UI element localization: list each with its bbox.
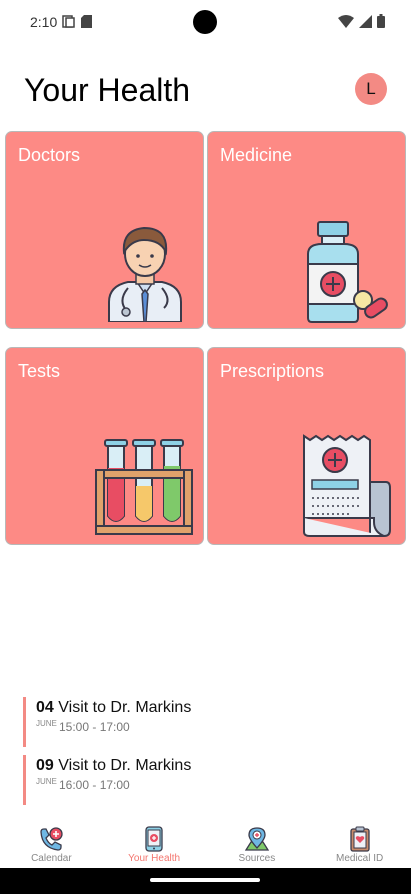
appointment-time: 15:00 - 17:00 — [59, 720, 130, 734]
appointment-day: 09 — [36, 757, 54, 774]
signal-icon — [359, 14, 372, 28]
phone-plus-icon — [40, 827, 64, 851]
doctors-card[interactable]: Doctors — [5, 131, 204, 329]
card-label: Prescriptions — [220, 361, 325, 381]
nav-label: Your Health — [128, 853, 181, 864]
appointment-item[interactable]: 09 Visit to Dr. Markins JUNE 16:00 - 17:… — [23, 755, 383, 805]
page-header: Your Health L — [24, 70, 387, 112]
appointment-title: Visit to Dr. Markins — [58, 757, 192, 774]
battery-icon — [377, 14, 385, 28]
appointment-month: JUNE — [36, 777, 57, 786]
sd-card-icon — [81, 15, 92, 28]
wifi-icon — [338, 14, 354, 28]
nav-item-sources[interactable]: Sources — [206, 826, 309, 868]
appointment-title: Visit to Dr. Markins — [58, 699, 192, 716]
card-label: Tests — [18, 361, 61, 381]
page-title: Your Health — [24, 72, 191, 108]
nav-label: Medical ID — [336, 853, 384, 864]
medicine-card[interactable]: Medicine — [207, 131, 406, 329]
nav-label: Calendar — [31, 853, 72, 864]
status-time: 2:10 — [30, 14, 58, 30]
prescriptions-card[interactable]: Prescriptions — [207, 347, 406, 545]
prescription-receipt-icon — [303, 434, 391, 537]
nav-item-medical-id[interactable]: Medical ID — [308, 826, 411, 868]
appointment-item[interactable]: 04 Visit to Dr. Markins JUNE 15:00 - 17:… — [23, 697, 383, 747]
nav-item-calendar[interactable]: Calendar — [0, 826, 103, 868]
card-label: Doctors — [18, 145, 81, 165]
appointment-time: 16:00 - 17:00 — [59, 778, 130, 792]
doctor-icon — [108, 226, 182, 322]
map-pin-icon — [244, 827, 270, 851]
card-label: Medicine — [220, 145, 293, 165]
system-gesture-bar — [0, 868, 411, 894]
camera-cutout — [193, 10, 217, 34]
test-tubes-icon — [95, 439, 193, 535]
clipboard-heart-icon — [349, 826, 370, 852]
appointments-list: 04 Visit to Dr. Markins JUNE 15:00 - 17:… — [23, 697, 383, 813]
avatar[interactable]: L — [355, 73, 387, 105]
nav-item-your-health[interactable]: Your Health — [103, 826, 206, 868]
home-indicator[interactable] — [150, 878, 260, 882]
tests-card[interactable]: Tests — [5, 347, 204, 545]
appointment-month: JUNE — [36, 719, 57, 728]
appointment-day: 04 — [36, 699, 54, 716]
medicine-bottle-icon — [307, 221, 388, 323]
phone-medical-icon — [145, 826, 163, 852]
bottom-navigation: Calendar Your Health Sources Medical ID — [0, 826, 411, 868]
screenshot-icon — [62, 15, 75, 28]
nav-label: Sources — [238, 853, 276, 864]
status-bar: 2:10 — [0, 0, 411, 44]
